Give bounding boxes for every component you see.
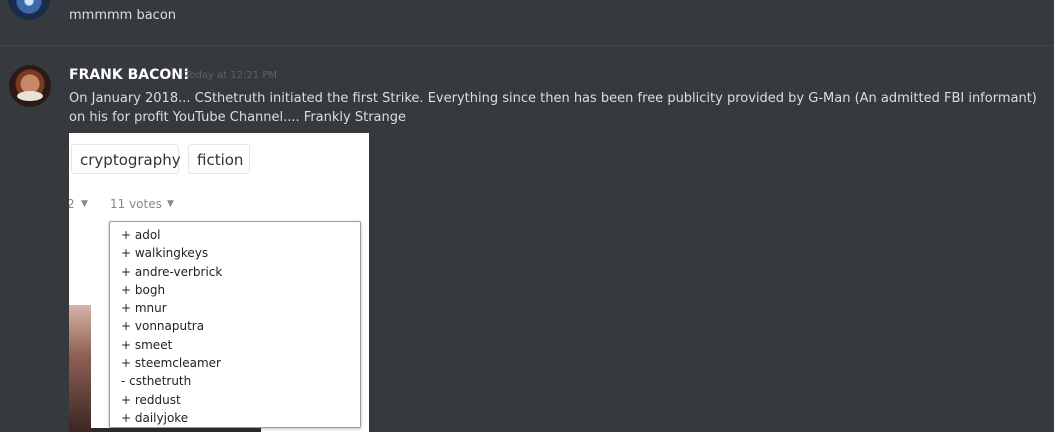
tag-fiction[interactable]: fiction [188,144,250,174]
username[interactable]: FRANK BACON! [69,67,189,83]
voter-item[interactable]: + mnur [110,299,360,317]
voter-item[interactable]: + smeet [110,336,360,354]
caret-down-icon[interactable]: ▼ [167,199,174,209]
photo-fragment [69,305,91,432]
avatar[interactable] [9,65,51,107]
voter-item[interactable]: + bogh [110,281,360,299]
voter-item[interactable]: + walkingkeys [110,244,360,262]
voter-item[interactable]: + dailyjoke [110,409,360,427]
avatar[interactable]: ✦ [8,0,50,20]
voter-item[interactable]: + steemcleamer [110,354,360,372]
voter-item[interactable]: + andre-verbrick [110,263,360,281]
previous-message: ✦ mmmmm bacon [0,0,1054,46]
message-text: On January 2018... CSthetruth initiated … [69,91,1037,125]
tag-cryptography[interactable]: cryptography [71,144,181,174]
voter-item[interactable]: + vonnaputra [110,317,360,335]
caret-down-icon[interactable]: ▼ [81,199,88,209]
voter-item[interactable]: - csthetruth [110,372,360,390]
timestamp: Today at 12:21 PM [185,70,277,81]
message-text: mmmmm bacon [69,8,177,23]
voter-item[interactable]: + adol [110,226,360,244]
message-divider [0,45,1054,46]
voter-item[interactable]: + reddust [110,391,360,409]
embedded-image[interactable]: cryptography fiction 2 ▼ 11 votes ▼ + ad… [69,133,369,432]
avatar-ruff [17,91,43,101]
votes-count[interactable]: 11 votes [110,197,162,211]
prev-vote-count: 2 [69,197,75,211]
photo-edge [91,428,261,432]
emblem-icon: ✦ [22,0,36,6]
voters-dropdown: + adol + walkingkeys + andre-verbrick + … [109,221,361,428]
